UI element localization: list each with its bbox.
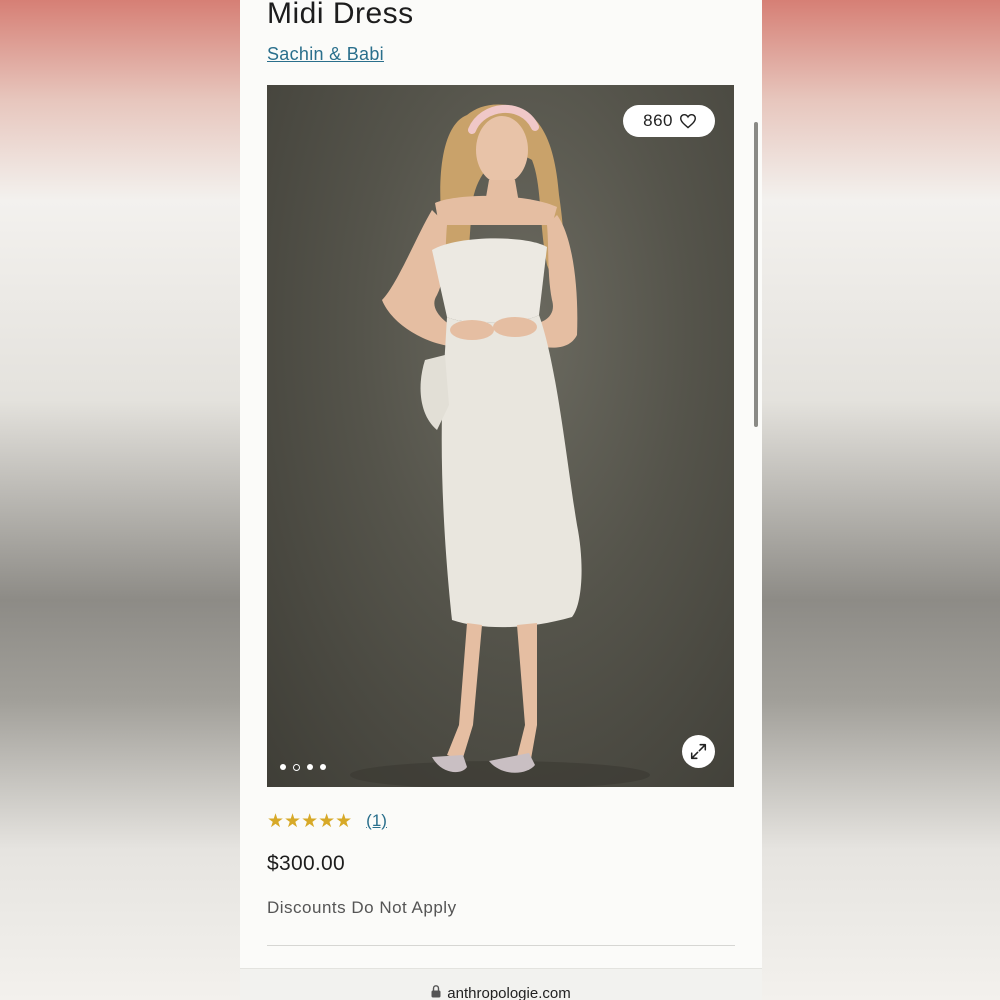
carousel-dot[interactable]	[280, 764, 286, 770]
lock-icon	[431, 985, 441, 998]
heart-icon	[679, 113, 697, 129]
review-count-link[interactable]: (1)	[366, 811, 387, 831]
carousel-dot-active[interactable]	[293, 764, 300, 771]
star-rating-icon: ★★★★★	[267, 810, 353, 832]
browser-url-bar[interactable]: anthropologie.com	[240, 968, 762, 1000]
like-count: 860	[643, 111, 673, 130]
expand-image-button[interactable]	[682, 735, 715, 768]
url-text: anthropologie.com	[447, 985, 571, 1000]
brand-link[interactable]: Sachin & Babi	[267, 44, 384, 65]
carousel-dot[interactable]	[307, 764, 313, 770]
product-image-carousel[interactable]: 860	[267, 85, 734, 787]
carousel-indicators	[280, 764, 326, 771]
background-blur-right	[760, 0, 1000, 1000]
product-rating: ★★★★★ (1)	[267, 810, 387, 832]
carousel-dot[interactable]	[320, 764, 326, 770]
product-price: $300.00	[267, 852, 346, 875]
product-title: Midi Dress	[267, 0, 414, 30]
expand-icon	[690, 743, 707, 760]
background-blur-left	[0, 0, 240, 1000]
discount-note: Discounts Do Not Apply	[267, 898, 457, 917]
product-page: Midi Dress Sachin & Babi 860 ★★★★★ (1) $…	[240, 0, 762, 1000]
section-divider	[267, 945, 735, 946]
scrollbar[interactable]	[754, 122, 758, 427]
product-photo	[350, 104, 650, 787]
like-button[interactable]: 860	[623, 105, 715, 137]
